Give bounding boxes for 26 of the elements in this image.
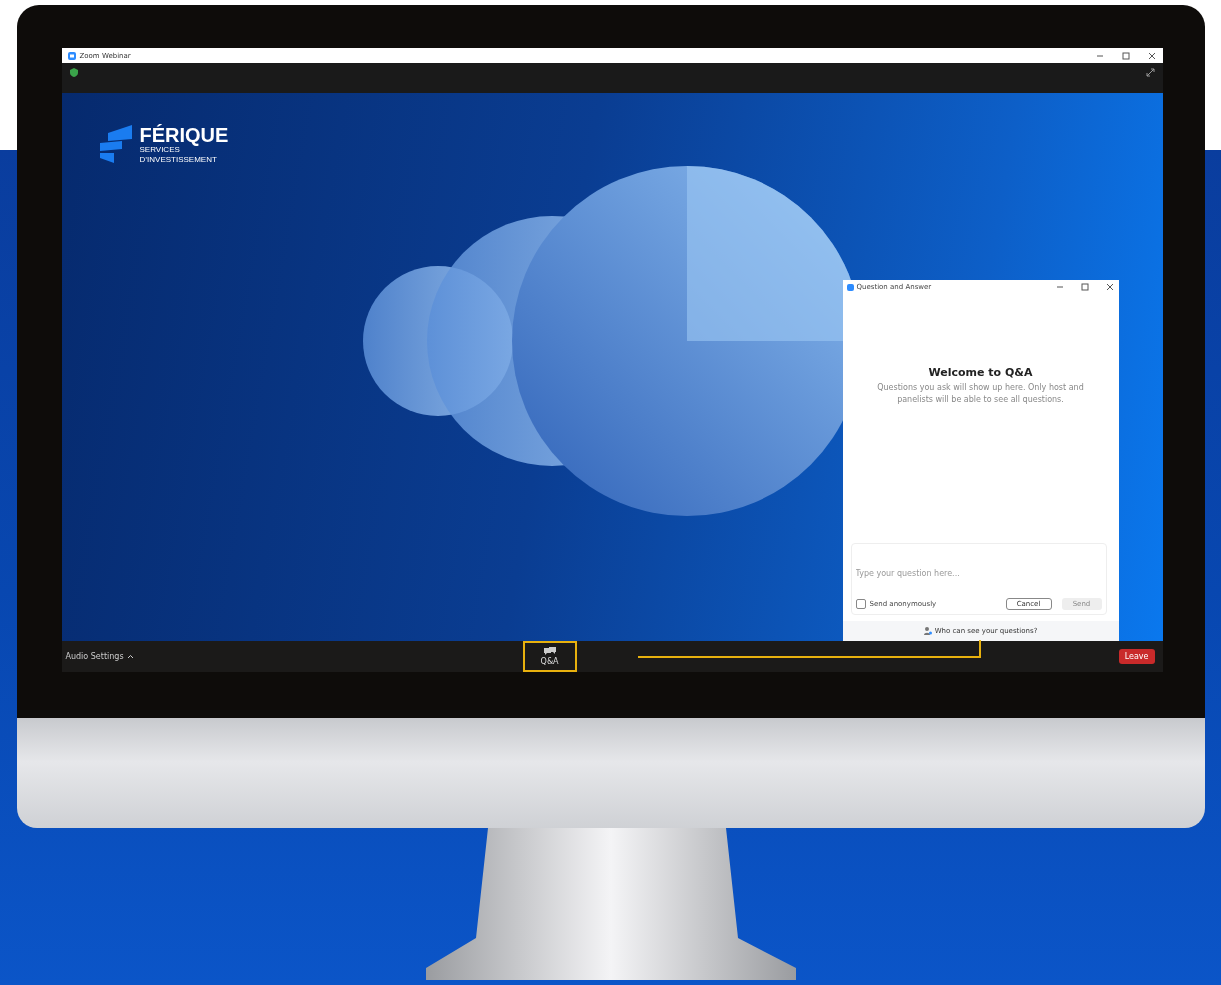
logo-icon <box>99 125 132 163</box>
maximize-icon <box>1121 51 1130 60</box>
audio-settings-button[interactable]: Audio Settings <box>65 652 133 661</box>
minimize-icon <box>1055 283 1064 291</box>
close-button[interactable] <box>1104 282 1115 292</box>
brand-tagline: SERVICES <box>139 145 180 155</box>
speech-bubbles-icon <box>543 647 556 656</box>
app-icon <box>846 283 854 291</box>
maximize-button[interactable] <box>1079 282 1090 292</box>
person-icon <box>923 627 932 635</box>
maximize-button[interactable] <box>1120 50 1131 61</box>
anonymous-checkbox[interactable] <box>855 599 866 609</box>
close-icon <box>1105 283 1114 291</box>
brand-tagline: D’INVESTISSEMENT <box>139 155 218 165</box>
maximize-icon <box>1080 283 1089 291</box>
caret-icon <box>127 654 133 659</box>
leave-button[interactable]: Leave <box>1118 649 1155 664</box>
brand-name: FÉRIQUE <box>139 125 229 145</box>
shield-icon[interactable] <box>69 68 78 77</box>
close-icon <box>1147 51 1156 60</box>
dialog-heading: Welcome to Q&A <box>928 366 1033 379</box>
qa-button[interactable]: Q&A <box>522 641 577 672</box>
dialog-message: Questions you ask will show up here. Only host and panelists will be able to see all questions. <box>876 382 1085 406</box>
app-icon <box>67 51 76 60</box>
close-button[interactable] <box>1146 50 1157 61</box>
fullscreen-icon[interactable] <box>1145 68 1155 77</box>
